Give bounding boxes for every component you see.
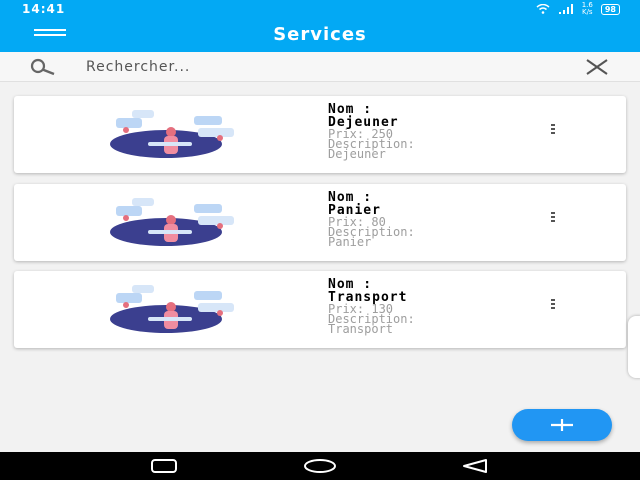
service-description: Panier xyxy=(328,235,372,249)
back-icon[interactable] xyxy=(460,458,490,474)
service-illustration xyxy=(110,110,234,158)
signal-icon xyxy=(558,4,573,14)
search-bar xyxy=(0,52,640,82)
navigation-bar xyxy=(0,452,640,480)
close-icon[interactable] xyxy=(583,58,611,76)
service-card[interactable]: Nom : Panier Prix: 80 Description: Panie… xyxy=(14,184,626,261)
search-input[interactable] xyxy=(86,56,546,78)
battery-icon: 98 xyxy=(600,3,620,15)
service-info: Nom : Dejeuner Prix: 250 Description: De… xyxy=(328,103,508,161)
service-card[interactable]: Nom : Dejeuner Prix: 250 Description: De… xyxy=(14,96,626,173)
search-icon[interactable] xyxy=(26,57,58,77)
recent-apps-icon[interactable] xyxy=(148,458,180,474)
status-indicators: 1.6 K/s 98 xyxy=(536,2,620,16)
wifi-icon xyxy=(536,4,550,14)
app-bar: Services xyxy=(0,18,640,52)
status-time: 14:41 xyxy=(22,2,66,16)
more-options-icon[interactable] xyxy=(546,295,560,315)
speed-unit: K/s xyxy=(581,8,593,16)
edge-panel-handle[interactable] xyxy=(628,316,640,378)
service-illustration xyxy=(110,198,234,246)
add-service-button[interactable] xyxy=(512,409,612,441)
plus-icon xyxy=(551,419,573,431)
network-speed: 1.6 K/s xyxy=(582,2,593,16)
service-description: Transport xyxy=(328,322,394,336)
service-description: Dejeuner xyxy=(328,147,386,161)
service-illustration xyxy=(110,285,234,333)
home-icon[interactable] xyxy=(302,458,338,474)
service-info: Nom : Panier Prix: 80 Description: Panie… xyxy=(328,191,508,249)
more-options-icon[interactable] xyxy=(546,120,560,140)
more-options-icon[interactable] xyxy=(546,208,560,228)
page-title: Services xyxy=(273,24,367,45)
status-bar: 14:41 1.6 K/s 98 xyxy=(0,0,640,18)
service-info: Nom : Transport Prix: 130 Description: T… xyxy=(328,278,508,336)
service-card[interactable]: Nom : Transport Prix: 130 Description: T… xyxy=(14,271,626,348)
